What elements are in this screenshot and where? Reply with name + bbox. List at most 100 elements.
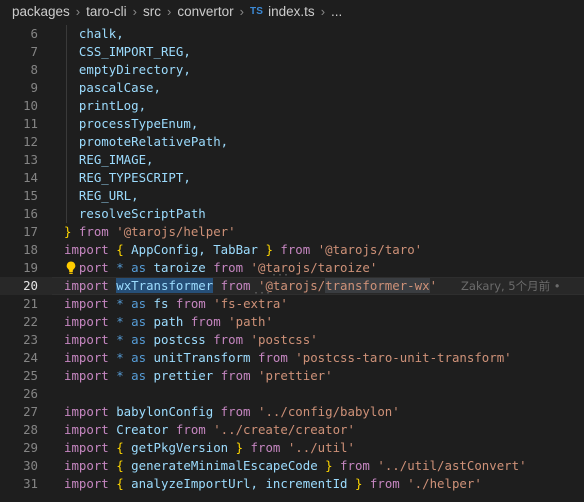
code-token: prettier xyxy=(146,368,221,383)
breadcrumb-item-taro-cli[interactable]: taro-cli xyxy=(86,4,127,19)
code-token: processTypeEnum, xyxy=(64,116,199,131)
code-line[interactable]: 31 import { analyzeImportUrl, incrementId… xyxy=(0,475,584,493)
code-line[interactable]: 18 import { AppConfig, TabBar } from '@ta… xyxy=(0,241,584,259)
code-line[interactable]: 11 processTypeEnum, xyxy=(0,115,584,133)
code-token: import xyxy=(64,440,109,455)
breadcrumb-item-packages[interactable]: packages xyxy=(12,4,70,19)
code-token: * xyxy=(108,296,132,311)
code-token: as xyxy=(131,332,147,347)
code-line[interactable]: 9 pascalCase, xyxy=(0,79,584,97)
code-token: resolveScriptPath xyxy=(64,206,206,221)
code-token: } xyxy=(235,440,244,455)
code-token: { xyxy=(116,242,124,257)
code-line[interactable]: 25 import * as prettier from 'prettier' xyxy=(0,367,584,385)
code-token: import xyxy=(64,332,109,347)
line-number: 22 xyxy=(23,314,38,329)
code-token: 'fs-extra' xyxy=(213,296,288,311)
code-line[interactable]: 14 REG_TYPESCRIPT, xyxy=(0,169,584,187)
code-token: import xyxy=(64,458,109,473)
line-number: 8 xyxy=(30,62,38,77)
code-token: { xyxy=(116,476,124,491)
code-line[interactable]: 8 emptyDirectory, xyxy=(0,61,584,79)
code-line[interactable]: 22 import * as path from 'path' xyxy=(0,313,584,331)
code-token: { xyxy=(116,440,124,455)
line-number: 20 xyxy=(23,278,38,293)
line-number: 18 xyxy=(23,242,38,257)
code-text: import { AppConfig, TabBar } from '@taro… xyxy=(64,241,422,259)
code-text: import * as path from 'path' xyxy=(64,313,273,331)
code-token: * xyxy=(108,314,132,329)
code-line[interactable]: 24 import * as unitTransform from 'postcs… xyxy=(0,349,584,367)
code-line[interactable]: 17} from '@tarojs/helper' xyxy=(0,223,584,241)
line-number: 7 xyxy=(30,44,38,59)
code-text: import wxTransformer from '@tarojs/trans… xyxy=(64,277,561,295)
code-line[interactable]: 21 import * as fs from 'fs-extra' xyxy=(0,295,584,313)
code-token: transformer-wx xyxy=(325,278,430,293)
code-text: import * as postcss from 'postcss' xyxy=(64,331,318,349)
code-line[interactable]: 15 REG_URL, xyxy=(0,187,584,205)
code-token: import xyxy=(64,404,109,419)
code-line[interactable]: 27 import babylonConfig from '../config/b… xyxy=(0,403,584,421)
chevron-right-icon: › xyxy=(320,3,326,19)
code-line[interactable]: 23 import * as postcss from 'postcss' xyxy=(0,331,584,349)
code-token: unitTransform xyxy=(146,350,258,365)
line-number: 17 xyxy=(23,224,38,239)
line-number: 31 xyxy=(23,476,38,491)
breadcrumb-item-convertor[interactable]: convertor xyxy=(177,4,233,19)
code-token: import xyxy=(64,368,109,383)
code-line[interactable]: 7 CSS_IMPORT_REG, xyxy=(0,43,584,61)
line-number: 10 xyxy=(23,98,38,113)
code-token: pascalCase, xyxy=(64,80,161,95)
code-text: import { generateMinimalEscapeCode } fro… xyxy=(64,457,527,475)
code-line[interactable]: 12 promoteRelativePath, xyxy=(0,133,584,151)
code-text: import * as fs from 'fs-extra' xyxy=(64,295,288,313)
code-token: from xyxy=(213,278,258,293)
code-token: from xyxy=(220,368,251,383)
code-token: REG_TYPESCRIPT, xyxy=(64,170,191,185)
code-line[interactable]: 6 chalk, xyxy=(0,25,584,43)
code-token: from xyxy=(257,350,288,365)
code-token: as xyxy=(131,368,147,383)
code-text: chalk, xyxy=(64,25,124,43)
code-token: import xyxy=(64,422,109,437)
code-token: '../create/creator' xyxy=(213,422,355,437)
line-number: 13 xyxy=(23,152,38,167)
code-text: import babylonConfig from '../config/bab… xyxy=(64,403,400,421)
code-token: import xyxy=(64,278,109,293)
code-token: generateMinimalEscapeCode xyxy=(123,458,326,473)
line-number: 29 xyxy=(23,440,38,455)
code-token: wxTransformer xyxy=(116,278,214,293)
code-text: pascalCase, xyxy=(64,79,161,97)
breadcrumb-item-file[interactable]: index.ts xyxy=(268,4,315,19)
code-token: 'path' xyxy=(228,314,273,329)
code-token: from xyxy=(175,296,206,311)
code-line[interactable]: 13 REG_IMAGE, xyxy=(0,151,584,169)
code-token: fs xyxy=(146,296,176,311)
code-text: emptyDirectory, xyxy=(64,61,191,79)
code-token: from xyxy=(175,422,206,437)
code-token: 'postcss' xyxy=(250,332,318,347)
line-number: 27 xyxy=(23,404,38,419)
code-line[interactable]: 29 import { getPkgVersion } from '../util… xyxy=(0,439,584,457)
code-editor[interactable]: 6 chalk, 7 CSS_IMPORT_REG, 8 emptyDirector… xyxy=(0,25,584,502)
code-line[interactable]: 30 import { generateMinimalEscapeCode } f… xyxy=(0,457,584,475)
line-number: 24 xyxy=(23,350,38,365)
code-token: import xyxy=(64,476,109,491)
code-line[interactable]: 16 resolveScriptPath xyxy=(0,205,584,223)
code-token: chalk, xyxy=(64,26,124,41)
typescript-file-icon: TS xyxy=(249,5,264,17)
code-line[interactable]: 19 port * as taroize from '@tarojs/taroi… xyxy=(0,259,584,281)
breadcrumb-item-symbols[interactable]: ... xyxy=(331,4,342,19)
code-line[interactable]: 26 xyxy=(0,385,584,403)
code-line-current[interactable]: 20 import wxTransformer from '@tarojs/tra… xyxy=(0,277,584,299)
code-text: printLog, xyxy=(64,97,146,115)
code-token: 'prettier' xyxy=(258,368,333,383)
breadcrumb-item-src[interactable]: src xyxy=(143,4,161,19)
lightbulb-icon[interactable] xyxy=(64,260,78,276)
code-line[interactable]: 10 printLog, xyxy=(0,97,584,115)
code-token: analyzeImportUrl, incrementId xyxy=(123,476,355,491)
code-line[interactable]: 28 import Creator from '../create/creator… xyxy=(0,421,584,439)
line-number: 6 xyxy=(30,26,38,41)
